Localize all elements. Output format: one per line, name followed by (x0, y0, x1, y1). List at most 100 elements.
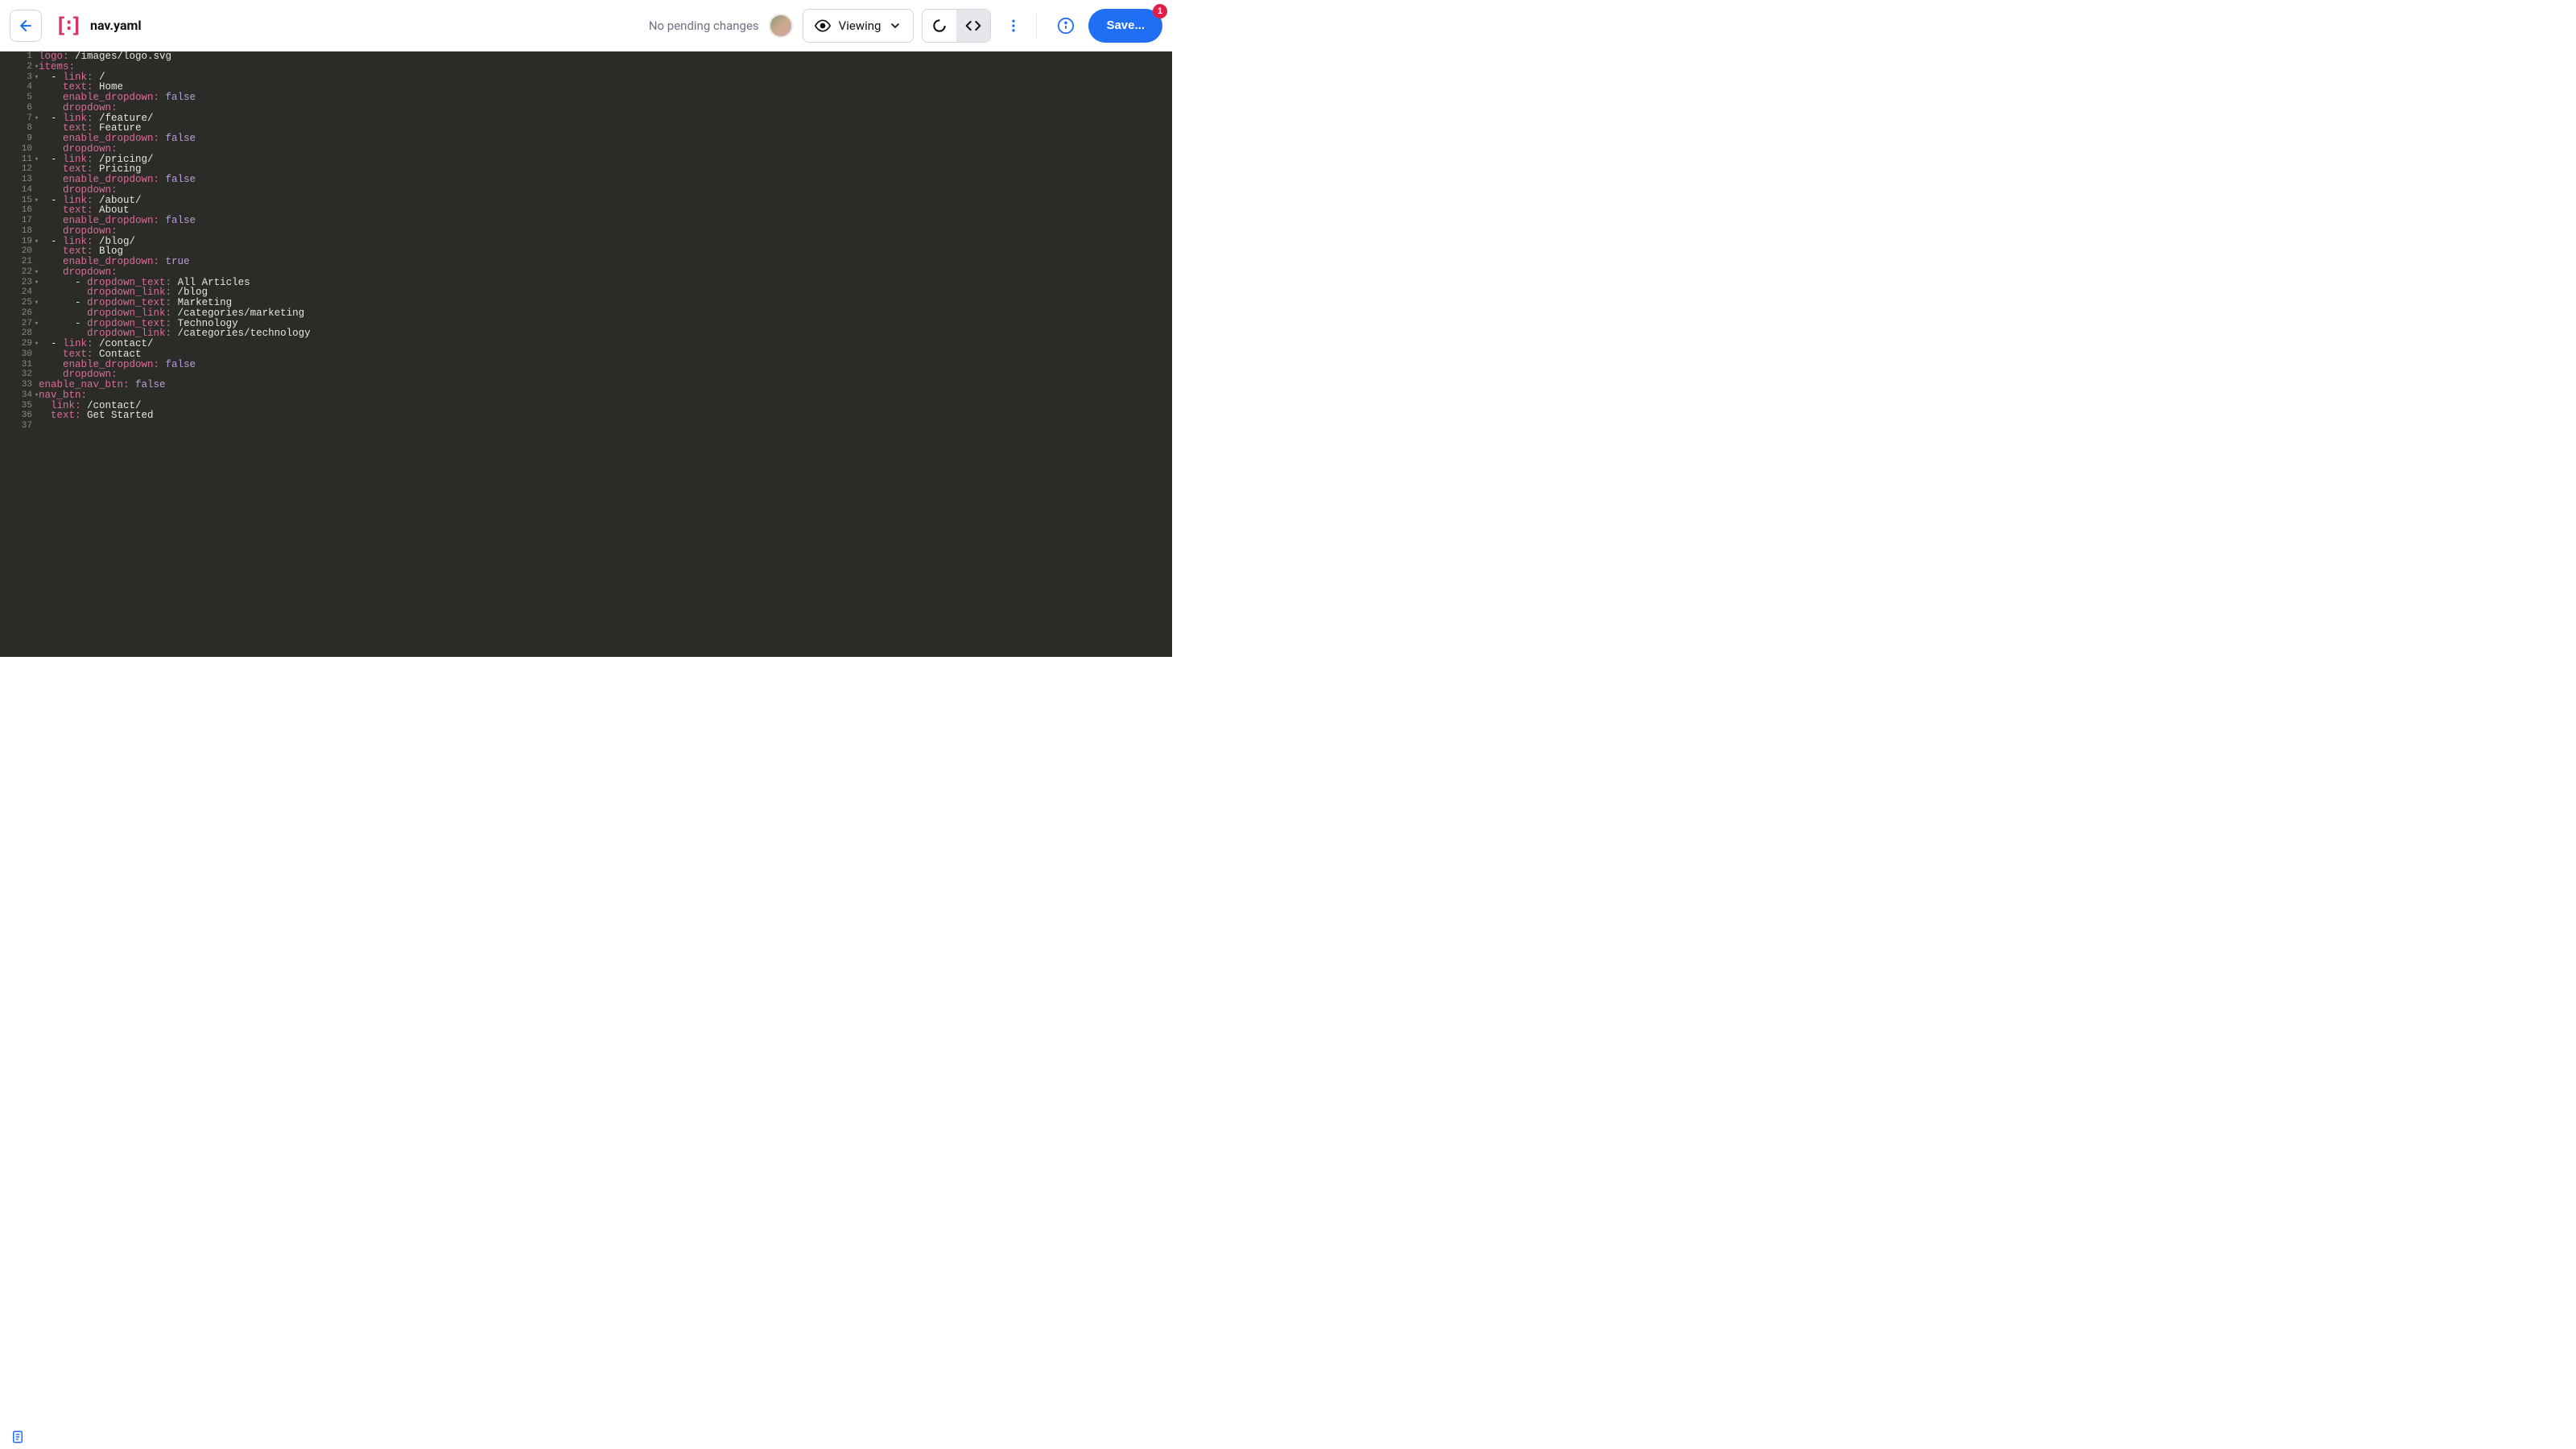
code-line[interactable]: - link: /pricing/ (39, 155, 1172, 165)
code-line[interactable]: - link: / (39, 72, 1172, 83)
code-line[interactable]: - dropdown_text: All Articles (39, 278, 1172, 288)
code-line[interactable]: - link: /about/ (39, 196, 1172, 206)
line-number: 24 (0, 287, 32, 298)
line-number: 11▾ (0, 155, 32, 165)
fold-marker-icon[interactable]: ▾ (35, 196, 39, 206)
line-number: 21 (0, 257, 32, 267)
svg-text:]: ] (70, 14, 79, 38)
code-line[interactable]: dropdown: (39, 185, 1172, 196)
line-number: 8 (0, 123, 32, 134)
code-line[interactable]: dropdown: (39, 103, 1172, 114)
code-line[interactable]: text: Home (39, 82, 1172, 93)
line-number: 31 (0, 360, 32, 370)
line-number: 9 (0, 134, 32, 144)
fold-marker-icon[interactable]: ▾ (35, 298, 39, 308)
app-logo-icon: [ : ] (55, 14, 79, 38)
divider (1036, 13, 1037, 39)
line-number: 29▾ (0, 339, 32, 349)
line-number: 16 (0, 205, 32, 216)
fold-marker-icon[interactable]: ▾ (35, 72, 39, 83)
document-icon (10, 1430, 25, 1444)
avatar[interactable] (769, 14, 793, 38)
line-number: 19▾ (0, 237, 32, 247)
code-icon (965, 18, 981, 34)
line-number: 37 (0, 421, 32, 431)
chevron-down-icon (889, 19, 902, 32)
arrow-left-icon (18, 18, 34, 34)
code-line[interactable]: text: About (39, 205, 1172, 216)
fold-marker-icon[interactable]: ▾ (35, 62, 39, 72)
code-line[interactable]: - link: /contact/ (39, 339, 1172, 349)
code-line[interactable]: nav_btn: (39, 390, 1172, 401)
line-number: 1 (0, 52, 32, 62)
line-number: 4 (0, 82, 32, 93)
code-line[interactable]: link: /contact/ (39, 401, 1172, 411)
line-number: 27▾ (0, 319, 32, 329)
line-number: 7▾ (0, 114, 32, 124)
code-line[interactable]: enable_dropdown: false (39, 93, 1172, 103)
line-number: 3▾ (0, 72, 32, 83)
bottom-panel-tab[interactable] (0, 1425, 35, 1449)
code-line[interactable]: text: Pricing (39, 164, 1172, 175)
line-number: 25▾ (0, 298, 32, 308)
save-button-label: Save... (1106, 19, 1145, 32)
line-number: 36 (0, 411, 32, 421)
line-number-gutter: 12▾3▾4567▾891011▾12131415▾16171819▾20212… (0, 52, 35, 657)
code-line[interactable]: dropdown: (39, 144, 1172, 155)
fold-marker-icon[interactable]: ▾ (35, 339, 39, 349)
line-number: 30 (0, 349, 32, 360)
line-number: 15▾ (0, 196, 32, 206)
code-line[interactable]: enable_dropdown: true (39, 257, 1172, 267)
code-line[interactable]: enable_dropdown: false (39, 175, 1172, 185)
save-button[interactable]: Save... 1 (1088, 9, 1162, 43)
code-line[interactable]: dropdown: (39, 226, 1172, 237)
fold-marker-icon[interactable]: ▾ (35, 390, 39, 401)
code-line[interactable]: enable_dropdown: false (39, 134, 1172, 144)
code-editor[interactable]: 12▾3▾4567▾891011▾12131415▾16171819▾20212… (0, 52, 1172, 657)
code-line[interactable]: dropdown_link: /categories/technology (39, 328, 1172, 339)
line-number: 6 (0, 103, 32, 114)
dots-vertical-icon (1005, 18, 1022, 34)
fold-marker-icon[interactable]: ▾ (35, 114, 39, 124)
code-line[interactable]: text: Feature (39, 123, 1172, 134)
view-mode-dropdown[interactable]: Viewing (803, 9, 914, 43)
back-button[interactable] (10, 10, 42, 42)
code-line[interactable]: items: (39, 62, 1172, 72)
line-number: 10 (0, 144, 32, 155)
line-number: 17 (0, 216, 32, 226)
code-line[interactable]: enable_dropdown: false (39, 216, 1172, 226)
line-number: 18 (0, 226, 32, 237)
unsaved-badge: 1 (1153, 4, 1167, 19)
line-number: 33 (0, 380, 32, 390)
code-line[interactable]: dropdown: (39, 369, 1172, 380)
line-number: 34▾ (0, 390, 32, 401)
fold-marker-icon[interactable]: ▾ (35, 278, 39, 288)
loader-icon (931, 18, 947, 34)
line-number: 23▾ (0, 278, 32, 288)
code-area[interactable]: logo: /images/logo.svgitems: - link: / t… (35, 52, 1172, 657)
line-number: 13 (0, 175, 32, 185)
code-line[interactable]: text: Contact (39, 349, 1172, 360)
code-line[interactable]: enable_dropdown: false (39, 360, 1172, 370)
line-number: 26 (0, 308, 32, 319)
preview-toggle[interactable] (923, 10, 956, 42)
fold-marker-icon[interactable]: ▾ (35, 155, 39, 165)
code-line[interactable]: - link: /blog/ (39, 237, 1172, 247)
code-line[interactable]: - link: /feature/ (39, 114, 1172, 124)
code-line[interactable]: text: Get Started (39, 411, 1172, 421)
code-toggle[interactable] (956, 10, 990, 42)
eye-icon (815, 18, 831, 34)
line-number: 22▾ (0, 267, 32, 278)
more-menu-button[interactable] (997, 10, 1030, 42)
view-mode-label: Viewing (839, 19, 881, 33)
code-line[interactable]: enable_nav_btn: false (39, 380, 1172, 390)
code-line[interactable]: text: Blog (39, 246, 1172, 257)
info-icon (1057, 17, 1075, 35)
fold-marker-icon[interactable]: ▾ (35, 267, 39, 278)
file-title: nav.yaml (90, 18, 142, 33)
fold-marker-icon[interactable]: ▾ (35, 237, 39, 247)
code-line[interactable]: logo: /images/logo.svg (39, 52, 1172, 62)
fold-marker-icon[interactable]: ▾ (35, 319, 39, 329)
info-button[interactable] (1050, 10, 1082, 42)
code-line[interactable] (39, 421, 1172, 431)
